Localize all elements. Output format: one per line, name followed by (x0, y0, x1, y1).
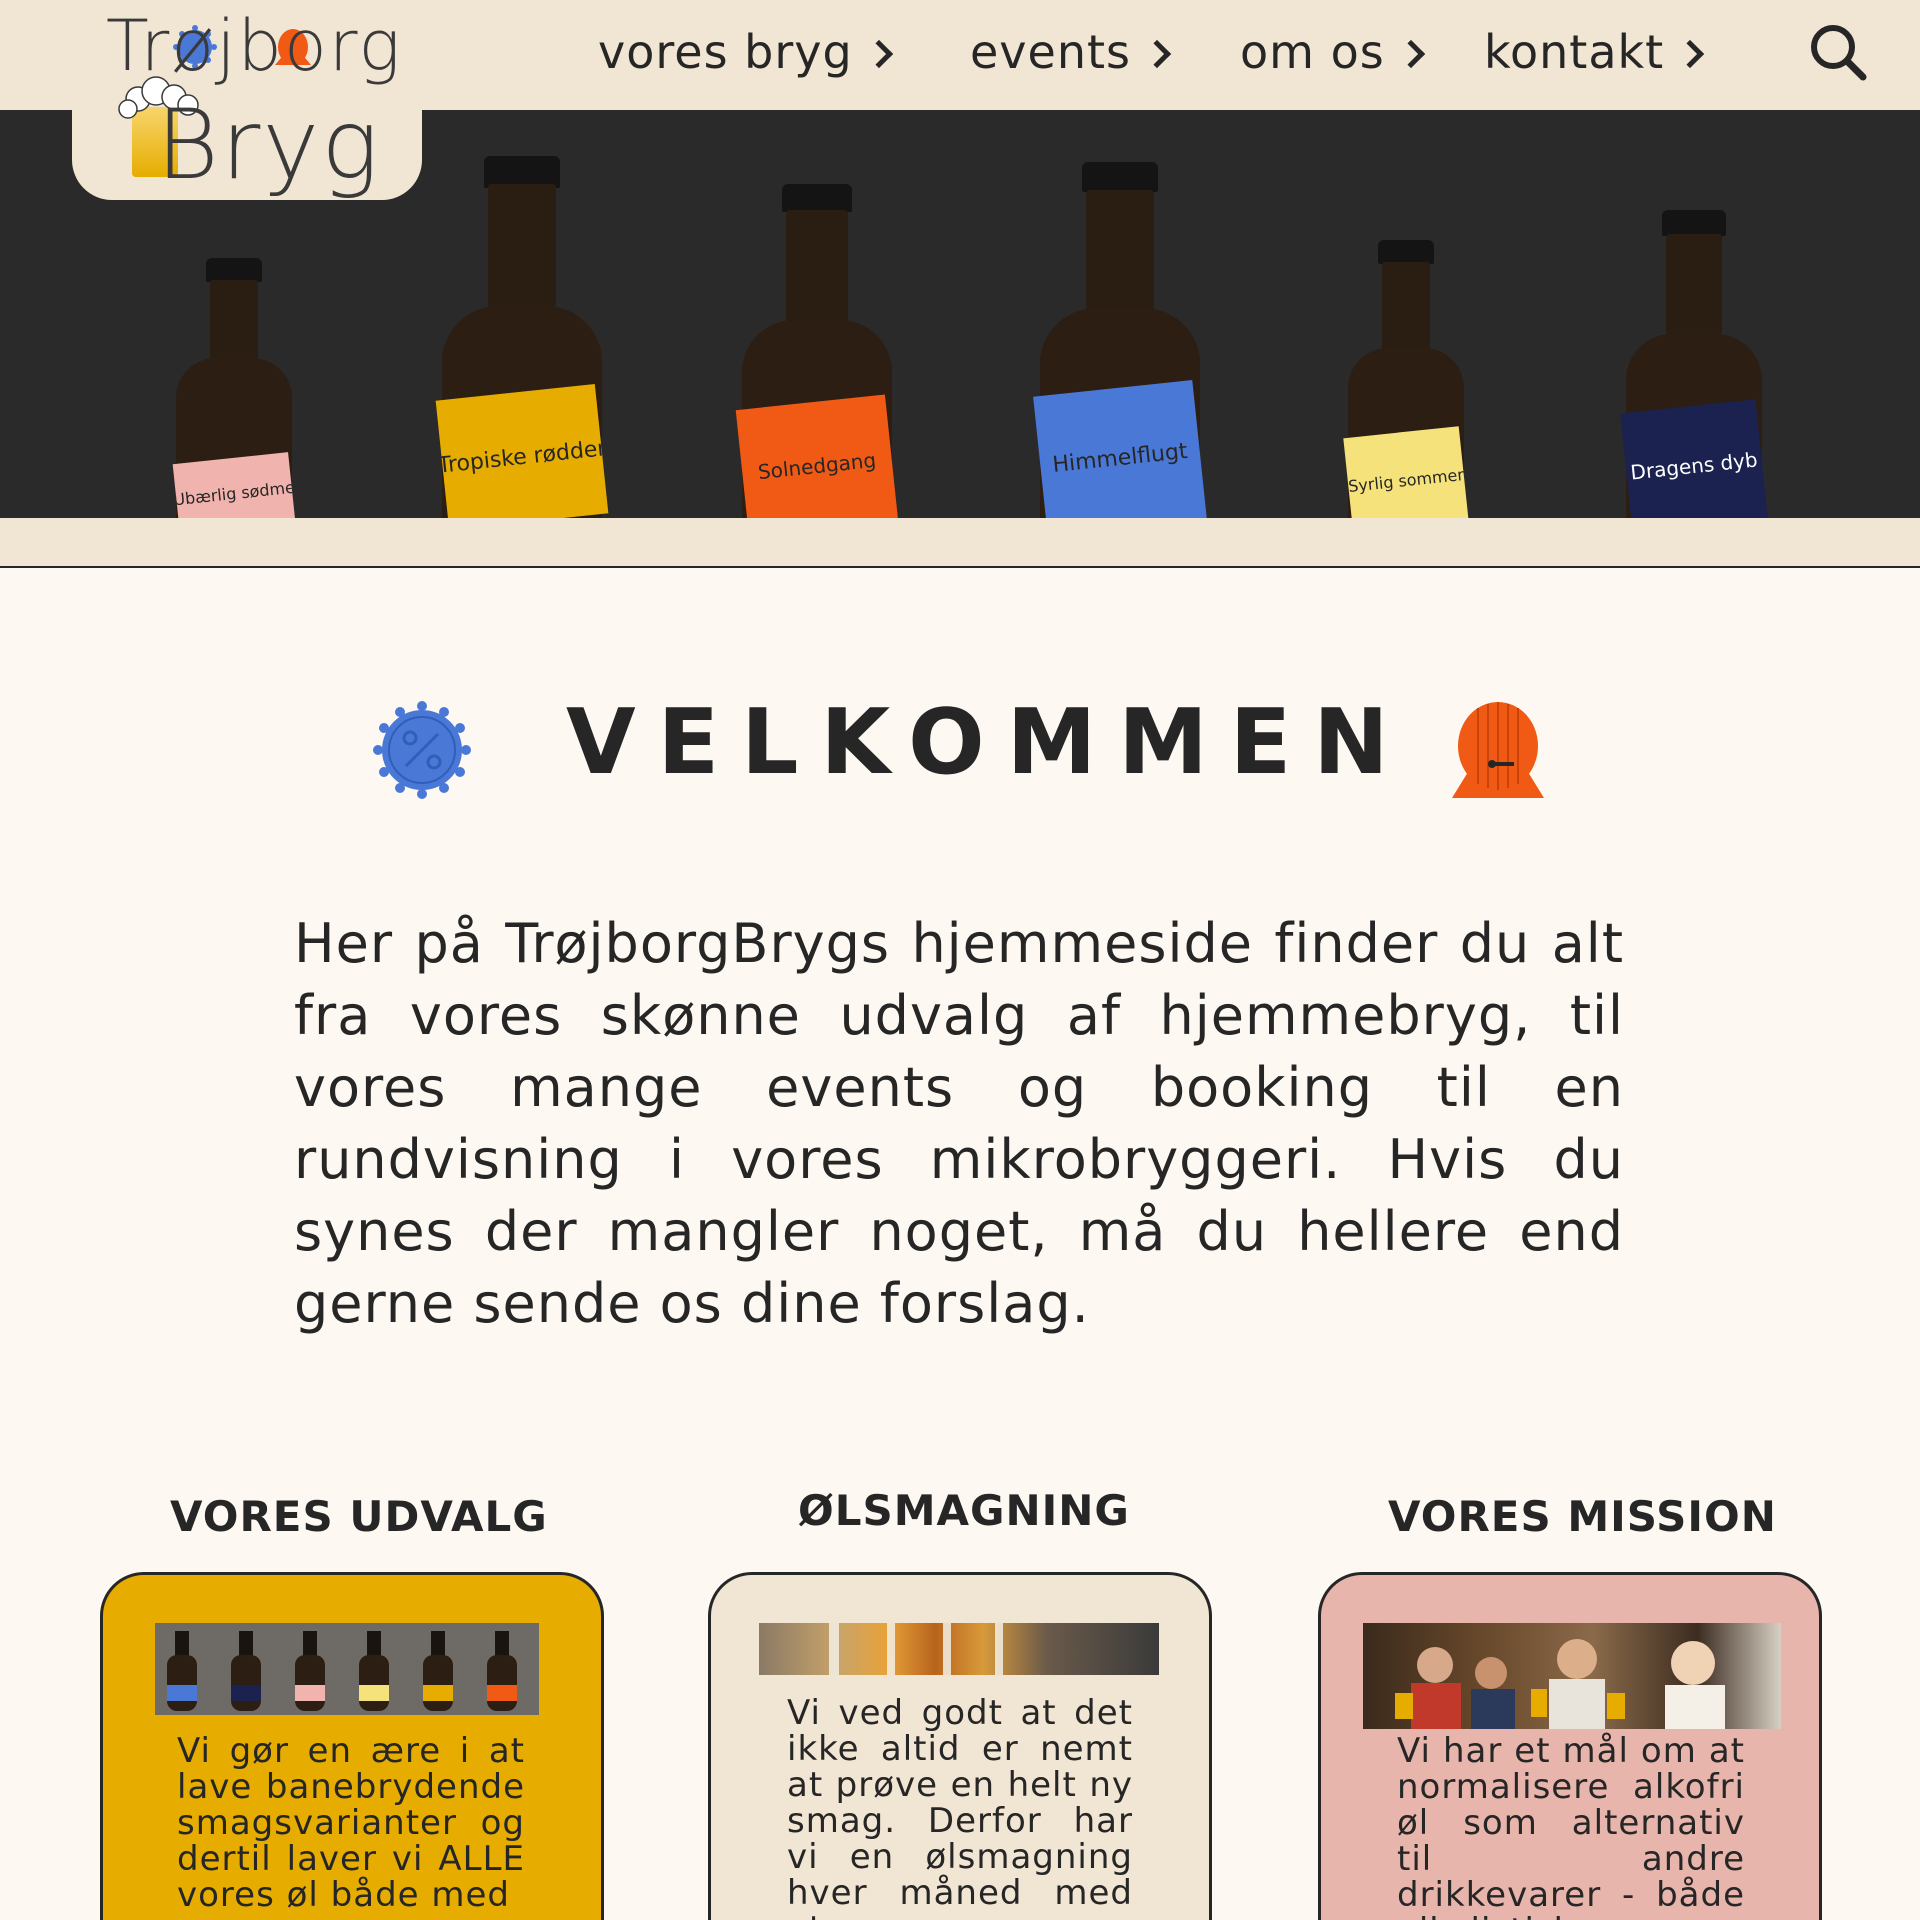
chevron-right-icon (1142, 39, 1172, 69)
card-image-tasting (759, 1623, 1159, 1675)
nav-item-label: vores bryg (598, 25, 853, 79)
card-vores-mission[interactable]: Vi har et mål om at normalisere alkofri … (1318, 1572, 1822, 1920)
chevron-right-icon (1396, 39, 1425, 69)
hero-bottle: Solnedgang (735, 184, 899, 518)
friends-graphic (1395, 1639, 1725, 1729)
hero-bottle: Tropiske rødder (435, 156, 609, 518)
card-title-olsmagning: ØLSMAGNING (798, 1486, 1130, 1535)
search-icon[interactable] (1808, 22, 1868, 82)
card-text: Vi ved godt at det ikke altid er nemt at… (787, 1693, 1133, 1920)
glasses-graphic (829, 1623, 1003, 1675)
bottle-label: Solnedgang (735, 394, 899, 518)
page-title: VELKOMMEN (566, 690, 1411, 795)
hero-bottle: Syrlig sommer (1343, 240, 1469, 518)
nav-item-label: kontakt (1484, 25, 1665, 79)
card-olsmagning[interactable]: Vi ved godt at det ikke altid er nemt at… (708, 1572, 1212, 1920)
chevron-right-icon (864, 39, 893, 69)
nav-item-events[interactable]: events (970, 20, 1172, 84)
hero-bottle: Dragens dyb (1620, 210, 1768, 518)
card-title-mission: VORES MISSION (1388, 1492, 1777, 1541)
barrel-icon (1452, 702, 1544, 798)
bottles-row-graphic (167, 1631, 517, 1711)
nav-item-om-os[interactable]: om os (1240, 20, 1425, 84)
chevron-right-icon (1676, 39, 1705, 69)
card-title-udvalg: VORES UDVALG (170, 1492, 548, 1541)
intro-text: Her på TrøjborgBrygs hjemmeside finder d… (294, 912, 1624, 1335)
nav-item-vores-bryg[interactable]: vores bryg (598, 20, 893, 84)
logo-line-2: Bryg (156, 89, 381, 201)
site-logo[interactable]: Trøjborg Bryg (100, 5, 410, 201)
nav-item-kontakt[interactable]: kontakt (1484, 20, 1705, 84)
hero-divider (0, 518, 1920, 568)
hero-bottle: Himmelflugt (1033, 162, 1207, 518)
bottle-label: Ubærlig sødme (172, 452, 296, 518)
card-vores-udvalg[interactable]: Vi gør en ære i at lave banebrydende sma… (100, 1572, 604, 1920)
card-text: Vi gør en ære i at lave banebrydende sma… (177, 1731, 525, 1915)
bottle-label: Tropiske rødder (435, 383, 609, 518)
bottle-label: Dragens dyb (1620, 399, 1768, 518)
nav-item-label: om os (1240, 25, 1385, 79)
welcome-section: VELKOMMEN (0, 690, 1920, 810)
bottle-label: Syrlig sommer (1343, 426, 1469, 518)
hero-bottle: Ubærlig sødme (172, 258, 296, 518)
card-text: Vi har et mål om at normalisere alkofri … (1397, 1731, 1745, 1920)
logo-line-1: Trøjborg (106, 5, 403, 87)
card-image-friends (1363, 1623, 1781, 1729)
card-image-bottles (155, 1623, 539, 1715)
nav-item-label: events (970, 25, 1131, 79)
bottle-label: Himmelflugt (1033, 380, 1207, 518)
